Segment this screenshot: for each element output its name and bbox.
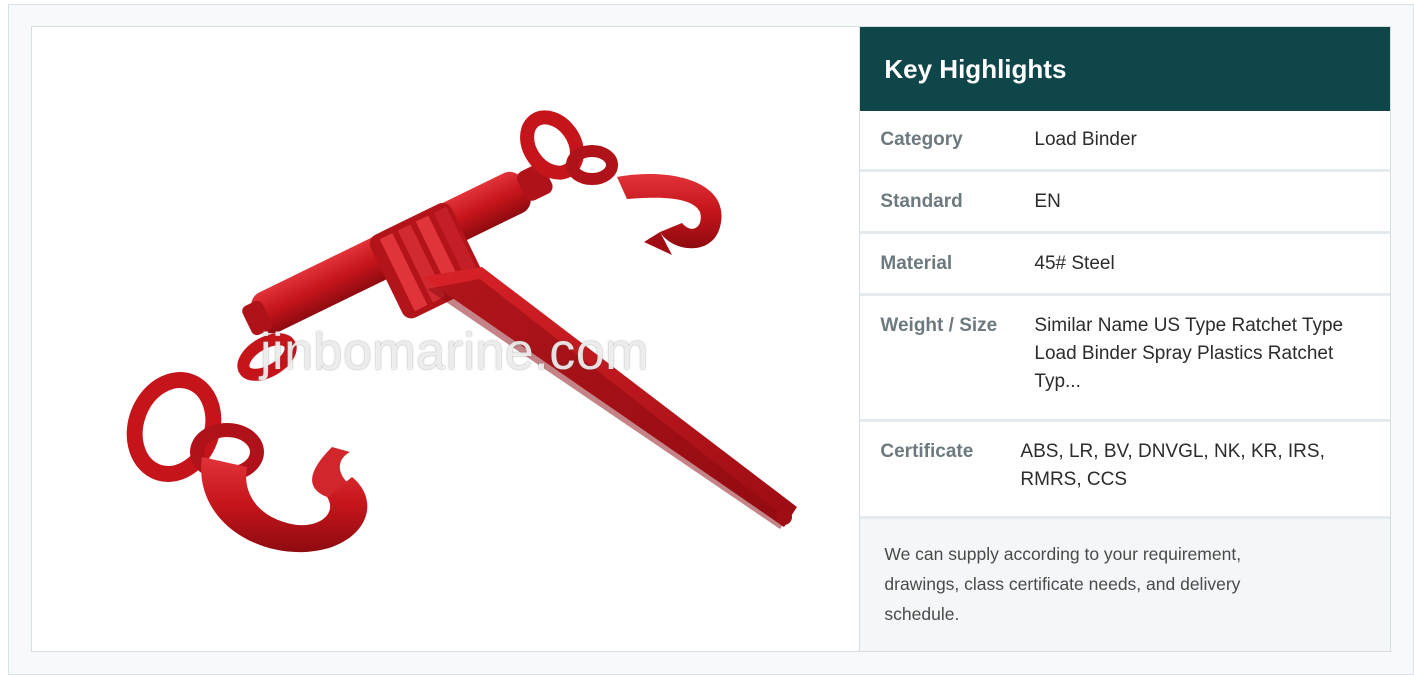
product-image[interactable]: jinbomarine.com [32,27,861,651]
spec-label: Weight / Size [880,315,998,336]
spec-label: Standard [880,190,963,212]
spec-value: Load Binder [1034,129,1137,150]
supply-note: We can supply according to your requirem… [860,519,1390,651]
spec-row-category: Category Load Binder [860,111,1390,172]
spec-label: Certificate [880,441,974,462]
spec-value: ABS, LR, BV, DNVGL, NK, KR, IRS, RMRS, C… [1020,441,1325,490]
spec-value: Similar Name US Type Ratchet Type Load B… [1034,315,1344,392]
spec-row-certificate: Certificate ABS, LR, BV, DNVGL, NK, KR, … [860,422,1390,519]
spec-row-standard: Standard EN [860,172,1390,234]
spec-row-weight-size: Weight / Size Similar Name US Type Ratch… [860,296,1390,422]
watermark-text: jinbomarine.com [260,323,649,381]
spec-label: Category [880,129,963,150]
spec-value: EN [1034,190,1061,212]
product-card: jinbomarine.com Key Highlights Category … [31,26,1391,652]
key-highlights-title: Key Highlights [860,27,1390,111]
spec-value: 45# Steel [1034,252,1115,274]
key-highlights-panel: Key Highlights Category Load Binder Stan… [860,27,1390,651]
spec-row-material: Material 45# Steel [860,234,1390,296]
spec-label: Material [880,252,953,274]
